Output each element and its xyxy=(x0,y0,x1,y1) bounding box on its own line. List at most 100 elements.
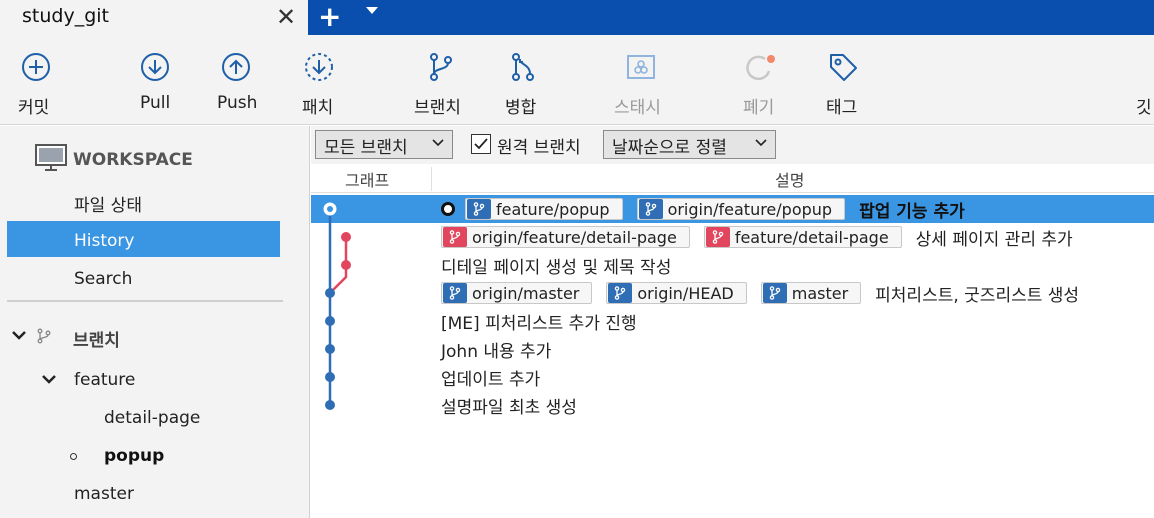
tag-button[interactable]: 태그 xyxy=(815,35,875,125)
ref-label: origin/feature/popup xyxy=(636,198,846,220)
current-branch-dot-icon xyxy=(70,453,77,460)
graph-node xyxy=(325,288,335,298)
commit-row[interactable]: origin/master origin/HEAD master 피처리스트, … xyxy=(311,279,1154,307)
tag-label: 태그 xyxy=(826,98,858,118)
graph-column-header[interactable]: 그래프 xyxy=(345,167,389,191)
branch-label: 브랜치 xyxy=(414,98,461,118)
ref-label: origin/feature/detail-page xyxy=(441,226,690,248)
commit-button[interactable]: 커밋 xyxy=(0,35,70,125)
patch-label: 패치 xyxy=(302,98,334,118)
close-tab-icon[interactable]: ✕ xyxy=(276,2,296,32)
ref-label-text: origin/HEAD xyxy=(637,283,734,303)
commit-row[interactable]: John 내용 추가 xyxy=(311,335,1154,363)
commit-message: 팝업 기능 추가 xyxy=(859,201,965,222)
merge-button[interactable]: 병합 xyxy=(495,35,555,125)
commit-description: 업데이트 추가 xyxy=(441,363,540,391)
commit-message: 상세 페이지 관리 추가 xyxy=(915,229,1073,250)
sort-order-value: 날짜순으로 정렬 xyxy=(612,138,727,158)
sidebar-branch-detail-page[interactable]: detail-page xyxy=(104,408,200,428)
branch-filter-value: 모든 브랜치 xyxy=(324,138,408,158)
commit-label: 커밋 xyxy=(18,98,50,118)
branch-button[interactable]: 브랜치 xyxy=(405,35,480,125)
branch-filter-select[interactable]: 모든 브랜치 xyxy=(315,130,453,159)
branch-icon xyxy=(443,227,467,247)
ref-label: origin/HEAD xyxy=(606,282,747,304)
patch-icon xyxy=(305,53,333,81)
ref-label: feature/detail-page xyxy=(703,226,902,248)
git-flow-button[interactable]: 깃 xyxy=(1136,35,1154,125)
commit-description: John 내용 추가 xyxy=(441,335,551,363)
feature-expand-chevron-icon[interactable] xyxy=(42,374,56,384)
graph-node-head-inner xyxy=(327,206,333,212)
branch-icon xyxy=(638,199,663,219)
commit-message: 업데이트 추가 xyxy=(441,369,541,390)
sidebar-divider xyxy=(7,300,283,302)
commit-icon xyxy=(22,53,50,81)
stash-button[interactable]: 스태시 xyxy=(605,35,680,125)
commit-list: feature/popup origin/feature/popup 팝업 기능… xyxy=(311,193,1154,518)
ref-label-text: origin/feature/popup xyxy=(667,199,833,219)
commit-message: [ME] 피처리스트 추가 진행 xyxy=(441,313,637,334)
commit-row[interactable]: 설명파일 최초 생성 xyxy=(311,391,1154,419)
sidebar-branch-popup[interactable]: popup xyxy=(104,446,164,466)
ref-label-text: origin/master xyxy=(472,283,580,303)
push-button[interactable]: Push xyxy=(205,35,270,125)
toolbar: 커밋 Pull Push 패치 브랜치 병합 스태시 폐기 태그 깃 xyxy=(0,35,1154,125)
ref-label-text: master xyxy=(791,283,849,303)
branch-icon xyxy=(443,283,467,303)
ref-label: master xyxy=(760,282,862,304)
chevron-down-icon xyxy=(432,139,444,147)
tag-icon xyxy=(830,54,857,81)
sidebar-item-history[interactable]: History xyxy=(74,231,134,251)
pull-icon xyxy=(141,53,169,81)
graph-node xyxy=(325,400,335,410)
commit-row[interactable]: origin/feature/detail-page feature/detai… xyxy=(311,223,1154,251)
sidebar-branch-master[interactable]: master xyxy=(74,484,134,504)
branch-icon xyxy=(467,199,491,219)
commit-row[interactable]: [ME] 피처리스트 추가 진행 xyxy=(311,307,1154,335)
stash-label: 스태시 xyxy=(614,98,661,118)
workspace-monitor-icon xyxy=(35,144,67,171)
commit-description: origin/feature/detail-page feature/detai… xyxy=(441,223,1073,251)
graph-node xyxy=(341,260,351,270)
pull-button[interactable]: Pull xyxy=(125,35,185,125)
branches-header[interactable]: 브랜치 xyxy=(73,326,120,351)
stash-icon xyxy=(627,55,655,79)
sort-order-select[interactable]: 날짜순으로 정렬 xyxy=(603,130,776,159)
head-marker-icon xyxy=(441,202,455,216)
commit-message: 디테일 페이지 생성 및 제목 작성 xyxy=(441,257,672,278)
tab-menu-chevron-icon[interactable] xyxy=(366,7,378,14)
branch-icon xyxy=(608,283,633,303)
remote-branches-label: 원격 브랜치 xyxy=(497,138,581,158)
commit-list-header: 그래프 설명 xyxy=(311,164,1154,193)
commit-row[interactable]: feature/popup origin/feature/popup 팝업 기능… xyxy=(311,195,1154,223)
repo-tab[interactable]: study_git ✕ xyxy=(0,0,308,35)
graph-node xyxy=(325,344,335,354)
discard-button[interactable]: 폐기 xyxy=(730,35,790,125)
commit-row[interactable]: 업데이트 추가 xyxy=(311,363,1154,391)
branches-expand-chevron-icon[interactable] xyxy=(12,330,26,340)
add-tab-icon[interactable]: + xyxy=(318,1,341,33)
discard-icon xyxy=(746,55,775,81)
commit-description: 설명파일 최초 생성 xyxy=(441,391,577,419)
sidebar-item-file-status[interactable]: 파일 상태 xyxy=(74,191,142,216)
description-column-header[interactable]: 설명 xyxy=(775,167,804,191)
sidebar-item-search[interactable]: Search xyxy=(74,269,132,289)
commit-description: [ME] 피처리스트 추가 진행 xyxy=(441,307,637,335)
pull-label: Pull xyxy=(140,93,171,113)
ref-label-text: feature/popup xyxy=(496,199,610,219)
workspace-header: WORKSPACE xyxy=(73,150,193,170)
commit-row[interactable]: 디테일 페이지 생성 및 제목 작성 xyxy=(311,251,1154,279)
remote-branches-checkbox[interactable] xyxy=(471,134,491,154)
tab-bar: study_git ✕ + xyxy=(0,0,1154,35)
discard-label: 폐기 xyxy=(743,98,775,118)
commit-graph xyxy=(323,202,351,410)
graph-node xyxy=(341,232,351,242)
sidebar-branch-folder-feature[interactable]: feature xyxy=(74,370,135,390)
checkmark-icon xyxy=(474,138,488,150)
column-separator[interactable] xyxy=(431,167,432,191)
patch-button[interactable]: 패치 xyxy=(290,35,350,125)
branch-icon xyxy=(762,283,787,303)
ref-label-text: feature/detail-page xyxy=(734,227,889,247)
chevron-down-icon xyxy=(755,139,767,147)
